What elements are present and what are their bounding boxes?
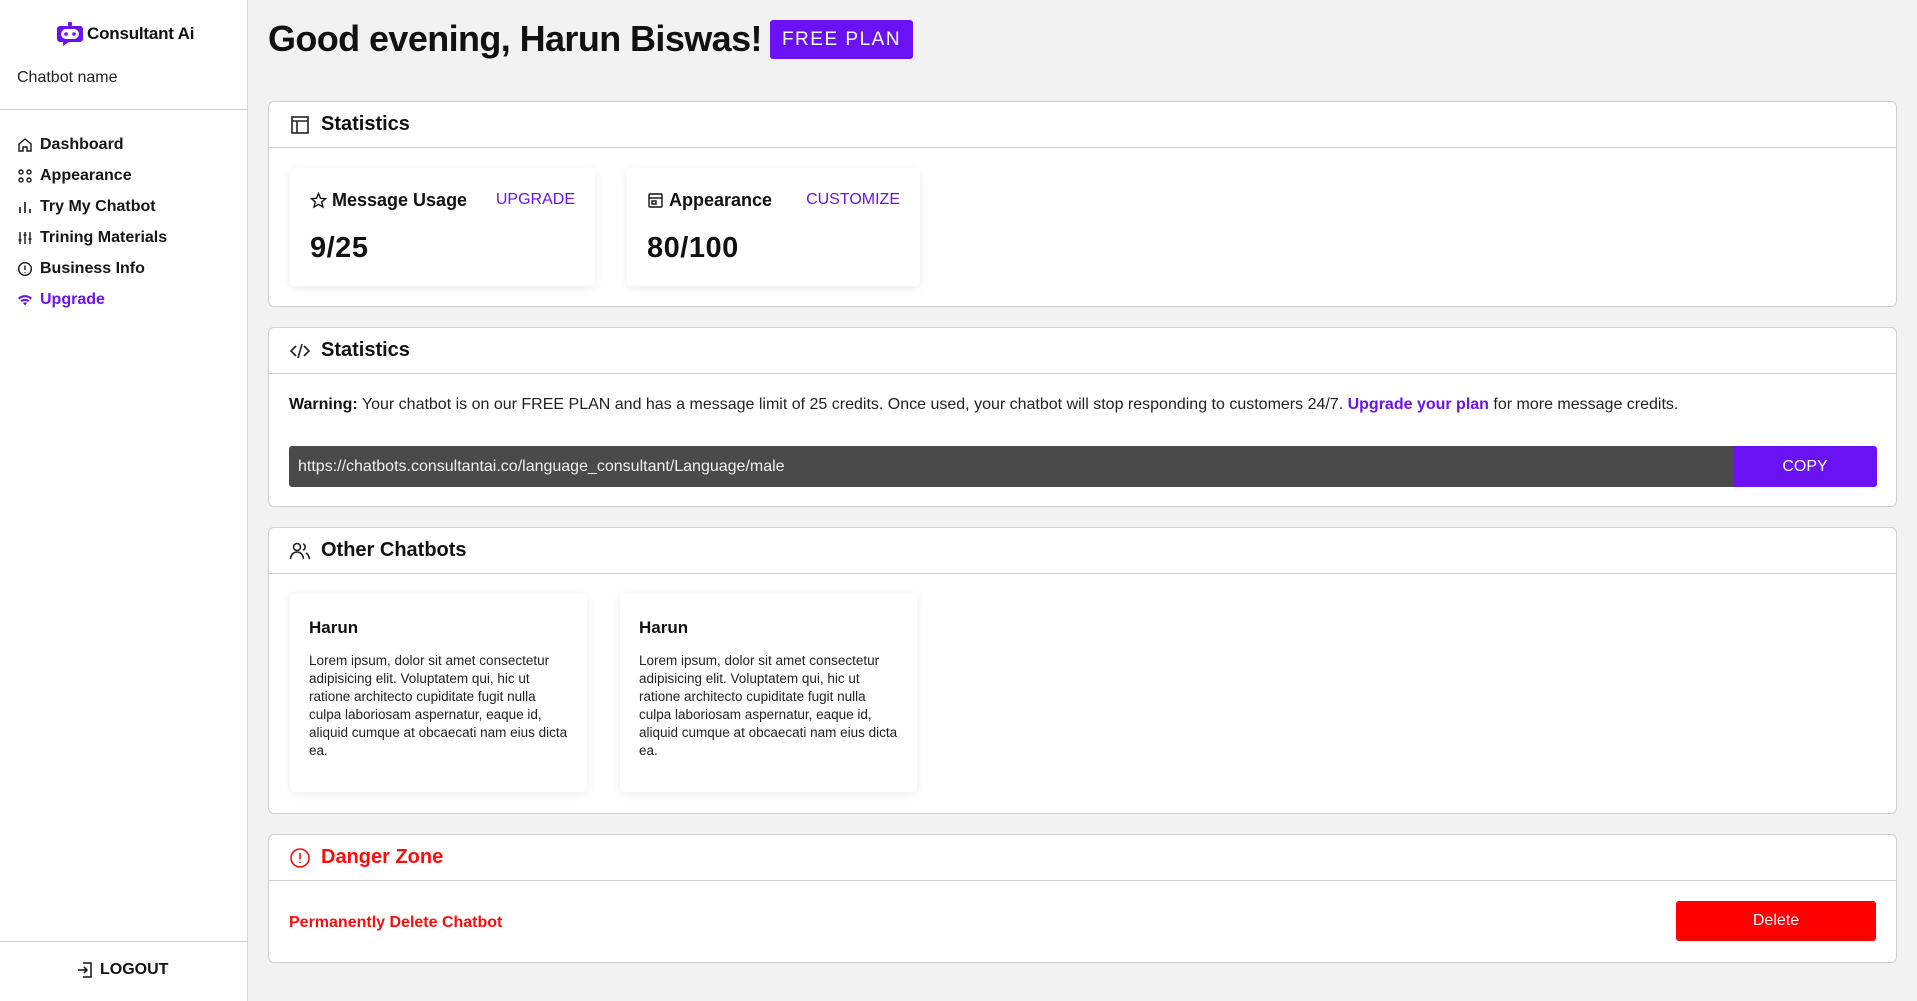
statistics-title: Statistics [321,113,410,135]
appearance-label: Appearance [647,190,772,211]
sidebar-item-dashboard[interactable]: Dashboard [17,129,167,160]
warning-prefix: Warning: [289,396,358,413]
warning-message: Warning: Your chatbot is on our FREE PLA… [289,396,1678,414]
upgrade-plan-link[interactable]: Upgrade your plan [1348,396,1489,413]
other-chatbots-title: Other Chatbots [321,539,467,561]
brand-name: Consultant Ai [87,24,195,43]
logout-section: LOGOUT [0,941,248,1001]
sidebar-nav: Dashboard Appearance Try My Chatbot Trin… [17,129,167,315]
sidebar-item-training-materials[interactable]: Trining Materials [17,222,167,253]
logout-label: LOGOUT [100,961,169,978]
sidebar-item-appearance[interactable]: Appearance [17,160,167,191]
sidebar-item-label: Try My Chatbot [40,197,156,215]
danger-zone-title: Danger Zone [321,846,444,868]
message-usage-label: Message Usage [310,190,467,211]
chatbot-card-description: Lorem ipsum, dolor sit amet consectetur … [639,653,898,758]
chatbot-card-name: Harun [309,618,359,637]
page-title: Good evening, Harun Biswas! [268,18,762,59]
sidebar: Consultant Ai Chatbot name Dashboard App… [0,0,248,1001]
embed-title: Statistics [321,339,410,361]
other-chatbots-card: Other Chatbots Harun Lorem ipsum, dolor … [268,527,1897,814]
code-icon [289,343,311,358]
appearance-value: 80/100 [647,232,739,264]
warning-text: Your chatbot is on our FREE PLAN and has… [357,396,1348,413]
grid-icon [18,168,32,183]
upgrade-link[interactable]: UPGRADE [496,191,575,209]
palette-icon [648,193,663,208]
sidebar-item-label: Appearance [40,166,132,184]
chatbot-card-description: Lorem ipsum, dolor sit amet consectetur … [309,653,568,758]
embed-card: Statistics Warning: Your chatbot is on o… [268,327,1897,507]
bar-chart-icon [19,201,31,213]
statistics-card: Statistics Message Usage UPGRADE 9/25 Ap… [268,101,1897,307]
sidebar-item-upgrade[interactable]: Upgrade [17,284,167,315]
appearance-box: Appearance CUSTOMIZE 80/100 [627,168,920,286]
customize-link[interactable]: CUSTOMIZE [806,191,900,209]
plan-badge[interactable]: FREE PLAN [770,20,913,59]
logout-button[interactable]: LOGOUT [76,961,168,979]
warning-suffix: for more message credits. [1488,396,1679,413]
danger-zone-card: Danger Zone Permanently Delete Chatbot D… [268,834,1897,963]
sidebar-item-try-my-chatbot[interactable]: Try My Chatbot [17,191,167,222]
message-usage-value: 9/25 [310,232,369,264]
home-icon [18,137,32,152]
info-icon [17,261,33,276]
sidebar-item-label: Upgrade [40,290,105,308]
layout-icon [291,115,309,134]
robot-chat-icon [57,22,83,46]
users-icon [289,542,311,559]
sidebar-item-business-info[interactable]: Business Info [17,253,167,284]
danger-zone-header: Danger Zone [269,835,1896,881]
star-icon [310,192,327,209]
logout-icon [78,962,92,978]
statistics-card-header: Statistics [269,102,1896,148]
alert-icon [290,847,310,868]
wifi-icon [18,294,32,305]
embed-card-header: Statistics [269,328,1896,374]
delete-chatbot-label: Permanently Delete Chatbot [289,914,503,931]
delete-button[interactable]: Delete [1676,901,1876,941]
sidebar-item-label: Trining Materials [40,228,168,246]
sidebar-item-label: Business Info [40,259,145,277]
chatbot-name-label: Chatbot name [17,69,118,86]
brand[interactable]: Consultant Ai [56,20,194,48]
message-usage-box: Message Usage UPGRADE 9/25 [290,168,595,286]
chatbot-card-name: Harun [639,618,689,637]
sidebar-item-label: Dashboard [40,135,124,153]
chatbot-url-field[interactable]: https://chatbots.consultantai.co/languag… [289,446,1733,487]
chatbot-card[interactable]: Harun Lorem ipsum, dolor sit amet consec… [290,594,587,792]
chatbot-card[interactable]: Harun Lorem ipsum, dolor sit amet consec… [620,594,917,792]
other-chatbots-header: Other Chatbots [269,528,1896,574]
message-usage-text: Message Usage [332,190,468,210]
appearance-text: Appearance [669,190,773,210]
copy-button[interactable]: COPY [1733,446,1877,487]
sliders-icon [18,231,32,244]
sidebar-divider [0,109,248,110]
